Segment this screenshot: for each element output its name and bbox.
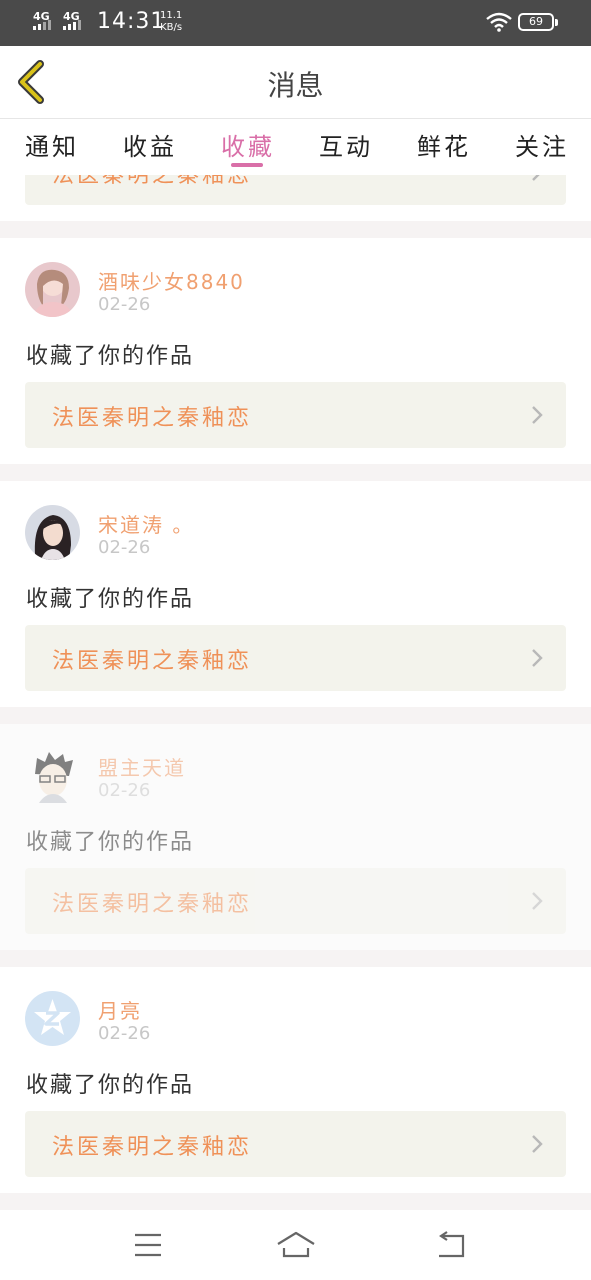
avatar[interactable] — [25, 262, 80, 317]
work-link[interactable]: 法医秦明之秦釉恋 — [25, 175, 566, 205]
work-title: 法医秦明之秦釉恋 — [52, 649, 253, 674]
status-bar: 4G 4G 14:31 11.1 KB/s 69 — [0, 0, 591, 46]
speed-value: 11.1 — [160, 10, 183, 21]
girl-portrait-avatar-icon — [25, 505, 80, 560]
faded-content: 盟主天道 02-26 收藏了你的作品 法医秦明之秦釉恋 — [0, 724, 591, 950]
list-item: 宋道涛 。 02-26 收藏了你的作品 法医秦明之秦釉恋 — [0, 481, 591, 707]
signal-icon-1 — [33, 20, 51, 30]
work-link[interactable]: 法医秦明之秦釉恋 — [25, 625, 566, 691]
chevron-right-icon — [532, 1135, 543, 1153]
home-icon[interactable] — [276, 1230, 316, 1260]
tab-notify[interactable]: 通知 — [25, 127, 79, 162]
tab-follow[interactable]: 关注 — [515, 127, 569, 162]
date: 02-26 — [98, 780, 151, 801]
speed-unit: KB/s — [160, 22, 183, 33]
action-text: 收藏了你的作品 — [26, 1073, 195, 1098]
list-item: 酒味少女8840 02-26 收藏了你的作品 法医秦明之秦釉恋 — [0, 238, 591, 464]
work-title: 法医秦明之秦釉恋 — [52, 892, 253, 917]
date: 02-26 — [98, 1023, 151, 1044]
menu-icon[interactable] — [133, 1232, 163, 1258]
battery-icon: 69 — [518, 13, 558, 31]
chevron-right-icon — [532, 649, 543, 667]
tab-flowers[interactable]: 鲜花 — [417, 127, 471, 162]
system-nav-bar — [0, 1210, 591, 1280]
girl-photo-avatar-icon — [25, 262, 80, 317]
username[interactable]: 宋道涛 。 — [98, 509, 194, 538]
work-title: 法医秦明之秦釉恋 — [52, 1135, 253, 1160]
username[interactable]: 盟主天道 — [98, 752, 186, 781]
avatar[interactable] — [25, 991, 80, 1046]
work-link[interactable]: 法医秦明之秦釉恋 — [25, 382, 566, 448]
signal-icon-2 — [63, 20, 81, 30]
work-title: 法医秦明之秦釉恋 — [52, 406, 253, 431]
default-z-avatar-icon — [25, 991, 80, 1046]
action-text: 收藏了你的作品 — [26, 830, 195, 855]
username[interactable]: 月亮 — [98, 995, 142, 1024]
work-link[interactable]: 法医秦明之秦釉恋 — [25, 1111, 566, 1177]
work-title: 法医秦明之秦釉恋 — [52, 175, 253, 188]
top-header: 消息 — [0, 46, 591, 119]
username[interactable]: 酒味少女8840 — [98, 266, 245, 295]
clock: 14:31 — [97, 9, 166, 34]
tab-earnings[interactable]: 收益 — [123, 127, 177, 162]
chevron-right-icon — [532, 175, 540, 181]
battery-level: 69 — [529, 15, 543, 28]
tab-favorites[interactable]: 收藏 — [221, 127, 275, 162]
network-speed: 11.1 KB/s — [160, 10, 182, 34]
chevron-right-icon — [532, 406, 543, 424]
action-text: 收藏了你的作品 — [26, 344, 195, 369]
anime-boy-avatar-icon — [25, 748, 80, 803]
tab-interaction[interactable]: 互动 — [319, 127, 373, 162]
list-item: 盟主天道 02-26 收藏了你的作品 法医秦明之秦釉恋 — [0, 724, 591, 950]
work-link[interactable]: 法医秦明之秦釉恋 — [25, 868, 566, 934]
page-title: 消息 — [267, 69, 324, 102]
avatar[interactable] — [25, 505, 80, 560]
active-tab-indicator — [231, 163, 263, 167]
date: 02-26 — [98, 537, 151, 558]
notification-list[interactable]: 法医秦明之秦釉恋 酒味少女8840 02-26 收藏了你的作品 法医秦明之秦釉恋 — [0, 175, 591, 1210]
list-item-partial: 法医秦明之秦釉恋 — [0, 175, 591, 221]
date: 02-26 — [98, 294, 151, 315]
action-text: 收藏了你的作品 — [26, 587, 195, 612]
back-icon[interactable] — [435, 1230, 467, 1260]
chevron-right-icon — [532, 892, 543, 910]
avatar[interactable] — [25, 748, 80, 803]
list-item: 月亮 02-26 收藏了你的作品 法医秦明之秦釉恋 — [0, 967, 591, 1193]
tab-bar: 通知 收益 收藏 互动 鲜花 关注 — [0, 119, 591, 175]
wifi-icon — [486, 12, 512, 32]
